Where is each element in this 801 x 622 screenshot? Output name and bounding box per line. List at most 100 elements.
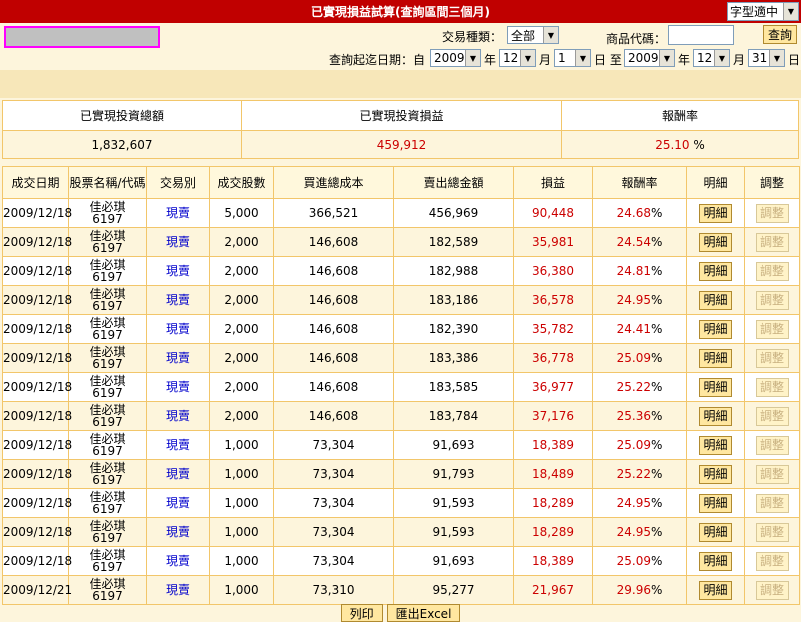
cell-rate: 25.09% [592,343,687,373]
rate-value: 24.95 [616,293,651,307]
table-row: 2009/12/18 佳必琪 6197 現賣 1,000 73,304 91,593 18,2… [2,517,800,547]
cell-proceeds: 91,693 [393,430,514,460]
cell-stock: 佳必琪 6197 [68,227,147,257]
chevron-down-icon[interactable]: ▼ [769,50,784,66]
cell-adjust: 調整 [744,314,800,344]
detail-button[interactable]: 明細 [699,406,732,426]
day-to-label: 日 至 [594,53,622,67]
adjust-button[interactable]: 調整 [755,406,789,426]
adjust-button[interactable]: 調整 [755,377,789,397]
export-excel-button[interactable]: 匯出Excel [386,604,461,622]
col-header-shares: 成交股數 [209,166,274,199]
cell-proceeds: 183,585 [393,372,514,402]
percent-sign: % [650,438,663,452]
detail-button[interactable]: 明細 [699,464,732,484]
chevron-down-icon[interactable]: ▼ [575,50,590,66]
chevron-down-icon[interactable]: ▼ [543,27,558,43]
account-selector[interactable] [4,26,160,48]
cell-shares: 2,000 [209,256,274,286]
stock-code: 6197 [92,328,123,342]
detail-button[interactable]: 明細 [699,319,732,339]
stock-code: 6197 [92,589,123,603]
cell-proceeds: 183,784 [393,401,514,431]
cell-shares: 1,000 [209,459,274,489]
adjust-button[interactable]: 調整 [755,464,789,484]
adjust-button[interactable]: 調整 [755,348,789,368]
cell-proceeds: 182,589 [393,227,514,257]
adjust-button[interactable]: 調整 [755,580,789,600]
chevron-down-icon[interactable]: ▼ [714,50,729,66]
col-header-proceeds: 賣出總金額 [393,166,514,199]
detail-button[interactable]: 明細 [699,377,732,397]
adjust-button[interactable]: 調整 [755,261,789,281]
start-day-select[interactable]: 1 ▼ [554,49,591,67]
table-row: 2009/12/18 佳必琪 6197 現賣 5,000 366,521 456,969 90… [2,198,800,228]
product-code-input[interactable] [668,25,734,45]
percent-sign: % [693,137,705,152]
adjust-button[interactable]: 調整 [755,551,789,571]
cell-trade-type: 現賣 [146,198,210,228]
detail-button[interactable]: 明細 [699,580,732,600]
detail-button[interactable]: 明細 [699,493,732,513]
start-month-select[interactable]: 12 ▼ [499,49,536,67]
col-header-profit: 損益 [513,166,593,199]
cell-cost: 73,304 [273,546,394,576]
end-month-select[interactable]: 12 ▼ [693,49,730,67]
adjust-button[interactable]: 調整 [755,319,789,339]
adjust-button[interactable]: 調整 [755,290,789,310]
percent-sign: % [650,467,663,481]
cell-trade-type: 現賣 [146,459,210,489]
end-day-select[interactable]: 31 ▼ [748,49,785,67]
cell-detail: 明細 [686,372,745,402]
cell-stock: 佳必琪 6197 [68,430,147,460]
chevron-down-icon[interactable]: ▼ [520,50,535,66]
cell-shares: 1,000 [209,546,274,576]
rate-value: 25.09 [616,438,651,452]
chevron-down-icon[interactable]: ▼ [465,50,480,66]
start-year-select[interactable]: 2009 ▼ [430,49,481,67]
cell-profit: 18,389 [513,546,593,576]
adjust-button[interactable]: 調整 [755,493,789,513]
detail-button[interactable]: 明細 [699,203,732,223]
cell-profit: 36,380 [513,256,593,286]
percent-sign: % [650,351,663,365]
chevron-down-icon[interactable]: ▼ [659,50,674,66]
cell-date: 2009/12/18 [2,488,72,518]
detail-button[interactable]: 明細 [699,261,732,281]
adjust-button[interactable]: 調整 [755,435,789,455]
detail-button[interactable]: 明細 [699,435,732,455]
cell-detail: 明細 [686,227,745,257]
detail-button[interactable]: 明細 [699,551,732,571]
font-size-select-value: 字型適中 [730,5,779,19]
cell-rate: 24.95% [592,285,687,315]
detail-button[interactable]: 明細 [699,522,732,542]
cell-detail: 明細 [686,430,745,460]
cell-cost: 146,608 [273,343,394,373]
print-button[interactable]: 列印 [340,604,383,622]
cell-trade-type: 現賣 [146,227,210,257]
chevron-down-icon[interactable]: ▼ [783,3,798,20]
end-year-select[interactable]: 2009 ▼ [624,49,675,67]
cell-trade-type: 現賣 [146,343,210,373]
cell-detail: 明細 [686,459,745,489]
adjust-button[interactable]: 調整 [755,203,789,223]
cell-proceeds: 183,186 [393,285,514,315]
detail-button[interactable]: 明細 [699,232,732,252]
trade-type-select[interactable]: 全部 ▼ [507,26,559,44]
detail-button[interactable]: 明細 [699,290,732,310]
detail-button[interactable]: 明細 [699,348,732,368]
query-button[interactable]: 查詢 [763,25,797,44]
cell-shares: 5,000 [209,198,274,228]
adjust-button[interactable]: 調整 [755,232,789,252]
cell-adjust: 調整 [744,459,800,489]
cell-stock: 佳必琪 6197 [68,401,147,431]
cell-cost: 146,608 [273,401,394,431]
cell-detail: 明細 [686,256,745,286]
percent-sign: % [650,293,663,307]
cell-proceeds: 91,593 [393,488,514,518]
adjust-button[interactable]: 調整 [755,522,789,542]
cell-trade-type: 現賣 [146,256,210,286]
cell-trade-type: 現賣 [146,546,210,576]
page-title: 已實現損益試算(查詢區間三個月) [0,0,801,23]
font-size-select[interactable]: 字型適中 ▼ [727,2,799,21]
